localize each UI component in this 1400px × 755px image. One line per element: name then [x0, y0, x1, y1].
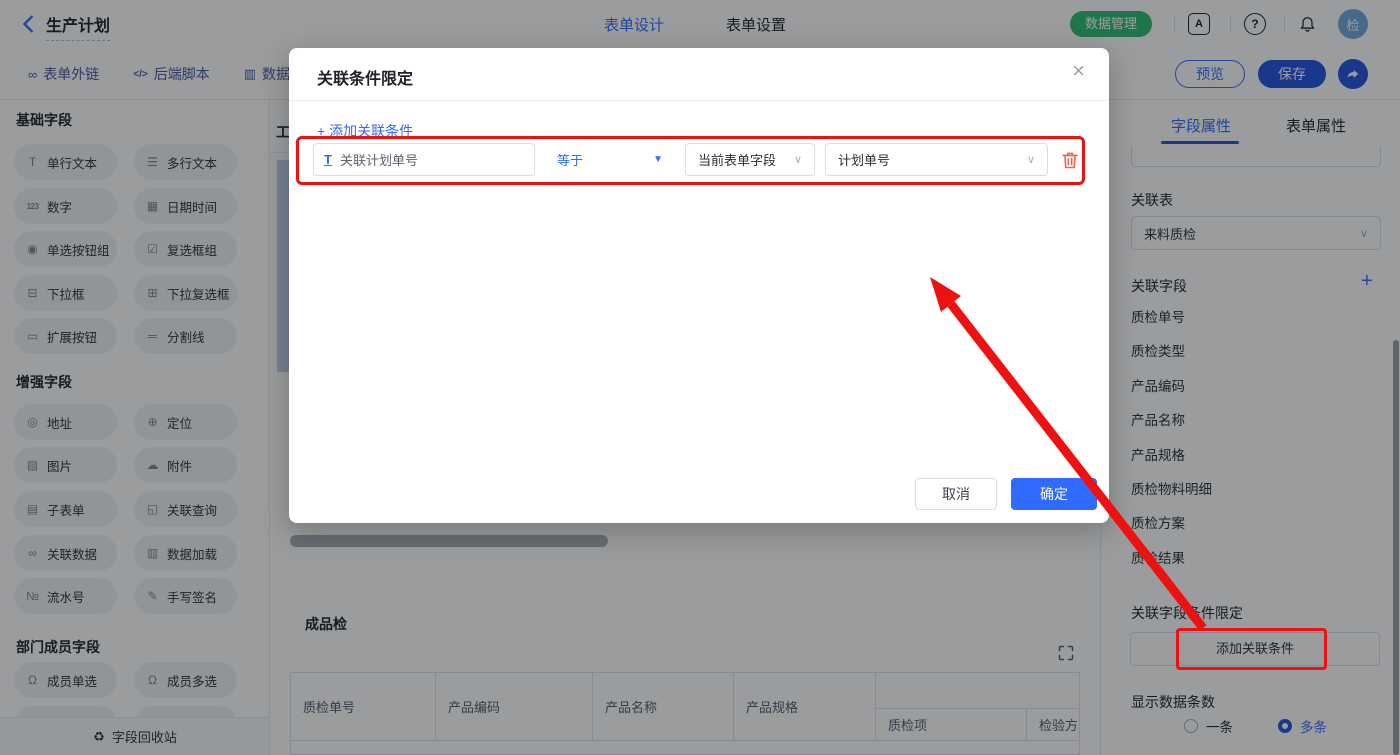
caret-down-icon: ▼ — [653, 154, 663, 165]
target-field-select[interactable]: 计划单号∨ — [825, 143, 1048, 176]
add-condition-link[interactable]: + 添加关联条件 — [317, 121, 413, 141]
modal-title: 关联条件限定 — [317, 65, 413, 89]
divider — [289, 100, 1109, 101]
close-icon[interactable]: × — [1072, 60, 1085, 82]
source-type-select[interactable]: 当前表单字段∨ — [685, 143, 815, 176]
delete-condition-icon[interactable] — [1059, 149, 1081, 171]
condition-limit-modal: 关联条件限定 × + 添加关联条件 T 关联计划单号 等于▼ 当前表单字段∨ 计… — [289, 48, 1109, 523]
text-field-icon: T — [324, 152, 332, 167]
cancel-button[interactable]: 取消 — [915, 478, 997, 510]
chevron-down-icon: ∨ — [1027, 153, 1035, 166]
operator-select[interactable]: 等于▼ — [545, 143, 675, 176]
form-designer-app: 生产计划 表单设计 表单设置 数据管理 A ? 检 ∞表单外链 </>后端脚本 … — [0, 0, 1400, 755]
condition-field-input[interactable]: T 关联计划单号 — [313, 143, 535, 176]
confirm-button[interactable]: 确定 — [1011, 478, 1097, 510]
chevron-down-icon: ∨ — [794, 153, 802, 166]
